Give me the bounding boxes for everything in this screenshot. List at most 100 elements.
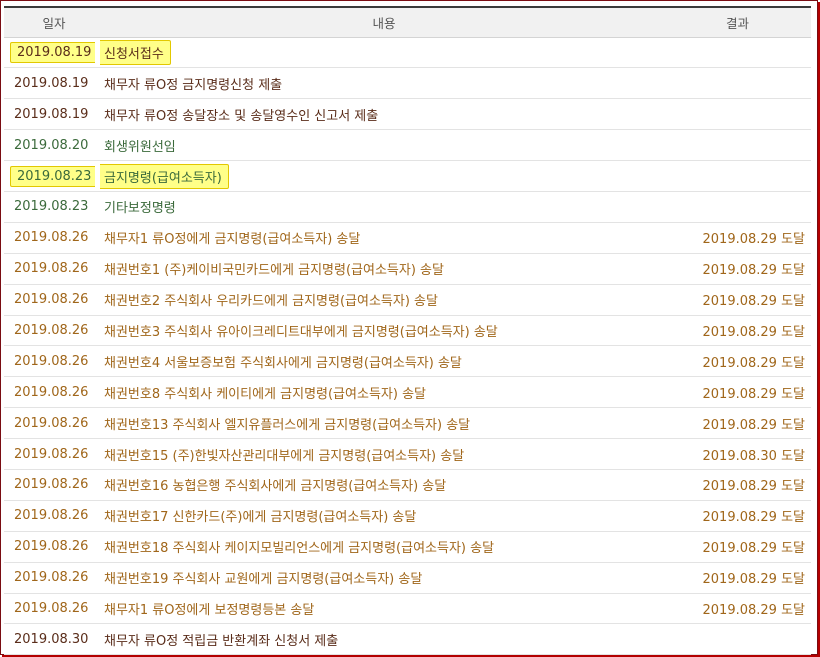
row-date: 2019.08.26 (14, 508, 89, 524)
row-content: 채권번호4 서울보증보험 주식회사에게 금지명령(급여소득자) 송달 (104, 355, 462, 371)
row-result-cell: 2019.08.29 도달 (664, 346, 811, 377)
row-date-cell: 2019.08.26 (4, 469, 104, 500)
table-row: 2019.08.26 채권번호3 주식회사 유아이크레디트대부에게 금지명령(급여… (4, 315, 811, 346)
row-result: 2019.08.29 도달 (702, 386, 806, 402)
row-date-cell: 2019.08.26 (4, 439, 104, 470)
row-content-cell: 채권번호4 서울보증보험 주식회사에게 금지명령(급여소득자) 송달 (104, 346, 664, 377)
row-result: 2019.08.29 도달 (702, 417, 806, 433)
row-result-cell: 2019.08.29 도달 (664, 377, 811, 408)
row-content-cell: 채권번호1 (주)케이비국민카드에게 금지명령(급여소득자) 송달 (104, 253, 664, 284)
row-content: 채권번호3 주식회사 유아이크레디트대부에게 금지명령(급여소득자) 송달 (104, 324, 498, 340)
row-result-cell: 2019.08.29 도달 (664, 408, 811, 439)
row-date: 2019.08.20 (14, 137, 89, 153)
row-result-cell: 2019.08.29 도달 (664, 500, 811, 531)
row-date: 2019.08.26 (14, 384, 89, 400)
row-content-cell: 신청서접수 (100, 37, 664, 68)
row-content-cell: 회생위원선임 (104, 130, 664, 161)
row-content-cell: 채권번호2 주식회사 우리카드에게 금지명령(급여소득자) 송달 (104, 284, 664, 315)
row-result-cell: 2019.08.29 도달 (664, 315, 811, 346)
row-content: 채무자1 류O정에게 금지명령(급여소득자) 송달 (104, 232, 361, 248)
row-content-cell: 채권번호8 주식회사 케이티에게 금지명령(급여소득자) 송달 (104, 377, 664, 408)
row-content: 채권번호13 주식회사 엘지유플러스에게 금지명령(급여소득자) 송달 (104, 417, 471, 433)
row-date-cell: 2019.08.19 (4, 37, 104, 68)
row-result: 2019.08.29 도달 (702, 232, 806, 248)
row-date: 2019.08.23 (10, 165, 96, 187)
row-content: 채권번호16 농협은행 주식회사에게 금지명령(급여소득자) 송달 (104, 479, 447, 495)
row-content-cell: 채권번호18 주식회사 케이지모빌리언스에게 금지명령(급여소득자) 송달 (104, 531, 664, 562)
header-date: 일자 (4, 7, 104, 38)
row-date-cell: 2019.08.26 (4, 346, 104, 377)
row-content-cell: 채권번호19 주식회사 교원에게 금지명령(급여소득자) 송달 (104, 562, 664, 593)
table-row: 2019.08.26 채권번호4 서울보증보험 주식회사에게 금지명령(급여소득자… (4, 346, 811, 377)
row-content-cell: 채무자 류O정 금지명령신청 제출 (104, 68, 664, 99)
row-date-cell: 2019.08.23 (4, 191, 104, 222)
row-date: 2019.08.26 (14, 261, 89, 277)
row-date: 2019.08.19 (14, 106, 89, 122)
row-date-cell: 2019.08.30 (4, 624, 104, 655)
row-result-cell: 2019.08.29 도달 (664, 284, 811, 315)
row-date-cell: 2019.08.26 (4, 531, 104, 562)
table-row: 2019.08.30 채무자 류O정 적립금 반환계좌 신청서 제출 (4, 624, 811, 655)
row-result-cell (664, 68, 811, 99)
row-result-cell (664, 37, 811, 68)
row-date: 2019.08.26 (14, 353, 89, 369)
row-content: 채무자 류O정 금지명령신청 제출 (104, 77, 283, 93)
table-row: 2019.08.26 채권번호16 농협은행 주식회사에게 금지명령(급여소득자)… (4, 469, 811, 501)
table-row: 2019.08.26 채무자1 류O정에게 보정명령등본 송달 2019.08.29… (4, 593, 811, 624)
row-date-cell: 2019.08.26 (4, 253, 104, 284)
row-date-cell: 2019.08.26 (4, 377, 104, 408)
row-date: 2019.08.26 (14, 230, 89, 246)
table-row: 2019.08.23 금지명령(급여소득자) (4, 161, 811, 192)
row-content: 채권번호19 주식회사 교원에게 금지명령(급여소득자) 송달 (104, 572, 423, 588)
row-content: 금지명령(급여소득자) (100, 163, 229, 189)
row-date: 2019.08.26 (14, 570, 89, 586)
row-date-cell: 2019.08.26 (4, 408, 104, 439)
row-content-cell: 채무자1 류O정에게 보정명령등본 송달 (104, 593, 664, 624)
header-result: 결과 (664, 7, 811, 38)
row-date: 2019.08.26 (14, 600, 89, 616)
row-content: 채무자 류O정 적립금 반환계좌 신청서 제출 (104, 633, 339, 649)
row-result-cell (664, 161, 811, 192)
row-date: 2019.08.26 (14, 539, 89, 555)
row-result-cell: 2019.08.29 도달 (664, 253, 811, 284)
row-result-cell: 2019.08.29 도달 (664, 531, 811, 562)
row-date-cell: 2019.08.26 (4, 500, 104, 531)
row-date: 2019.08.19 (10, 41, 96, 63)
table-row: 2019.08.26 채권번호8 주식회사 케이티에게 금지명령(급여소득자) 송… (4, 377, 811, 408)
case-progress-table: 일자 내용 결과 2019.08.19 신청서접수 2019.08.19 채무자 류O… (4, 6, 811, 655)
row-result-cell (664, 624, 811, 655)
row-result-cell (664, 99, 811, 130)
table-row: 2019.08.26 채권번호19 주식회사 교원에게 금지명령(급여소득자) 송… (4, 562, 811, 594)
table-row: 2019.08.26 채권번호17 신한카드(주)에게 금지명령(급여소득자) 송… (4, 500, 811, 532)
row-date: 2019.08.26 (14, 415, 89, 431)
row-date: 2019.08.26 (14, 446, 89, 462)
row-content: 채권번호17 신한카드(주)에게 금지명령(급여소득자) 송달 (104, 510, 417, 526)
header-content: 내용 (104, 7, 664, 38)
table-row: 2019.08.26 채권번호2 주식회사 우리카드에게 금지명령(급여소득자) … (4, 284, 811, 316)
row-result: 2019.08.30 도달 (702, 448, 806, 464)
table-row: 2019.08.23 기타보정명령 (4, 191, 811, 223)
row-date-cell: 2019.08.26 (4, 222, 104, 253)
row-date-cell: 2019.08.19 (4, 68, 104, 99)
row-result-cell: 2019.08.29 도달 (664, 562, 811, 593)
table-row: 2019.08.19 채무자 류O정 금지명령신청 제출 (4, 68, 811, 99)
row-date: 2019.08.23 (14, 199, 89, 215)
table-row: 2019.08.26 채권번호1 (주)케이비국민카드에게 금지명령(급여소득자)… (4, 253, 811, 285)
row-content-cell: 채권번호13 주식회사 엘지유플러스에게 금지명령(급여소득자) 송달 (104, 408, 664, 439)
row-content: 채무자1 류O정에게 보정명령등본 송달 (104, 602, 315, 618)
table-row: 2019.08.26 채권번호15 (주)한빛자산관리대부에게 금지명령(급여소득… (4, 439, 811, 470)
row-content: 채무자 류O정 송달장소 및 송달영수인 신고서 제출 (104, 108, 379, 124)
table-row: 2019.08.19 채무자 류O정 송달장소 및 송달영수인 신고서 제출 (4, 99, 811, 130)
row-date: 2019.08.26 (14, 292, 89, 308)
table-row: 2019.08.26 채권번호13 주식회사 엘지유플러스에게 금지명령(급여소득… (4, 408, 811, 439)
table-row: 2019.08.26 채권번호18 주식회사 케이지모빌리언스에게 금지명령(급여… (4, 531, 811, 563)
row-content-cell: 채무자 류O정 송달장소 및 송달영수인 신고서 제출 (104, 99, 664, 130)
row-result-cell: 2019.08.30 도달 (664, 439, 811, 470)
row-date-cell: 2019.08.26 (4, 562, 104, 593)
row-content: 채권번호18 주식회사 케이지모빌리언스에게 금지명령(급여소득자) 송달 (104, 541, 495, 557)
row-content-cell: 채권번호3 주식회사 유아이크레디트대부에게 금지명령(급여소득자) 송달 (104, 315, 664, 346)
row-result: 2019.08.29 도달 (702, 355, 806, 371)
row-content-cell: 기타보정명령 (104, 191, 664, 222)
row-date-cell: 2019.08.26 (4, 284, 104, 315)
row-result-cell: 2019.08.29 도달 (664, 222, 811, 253)
